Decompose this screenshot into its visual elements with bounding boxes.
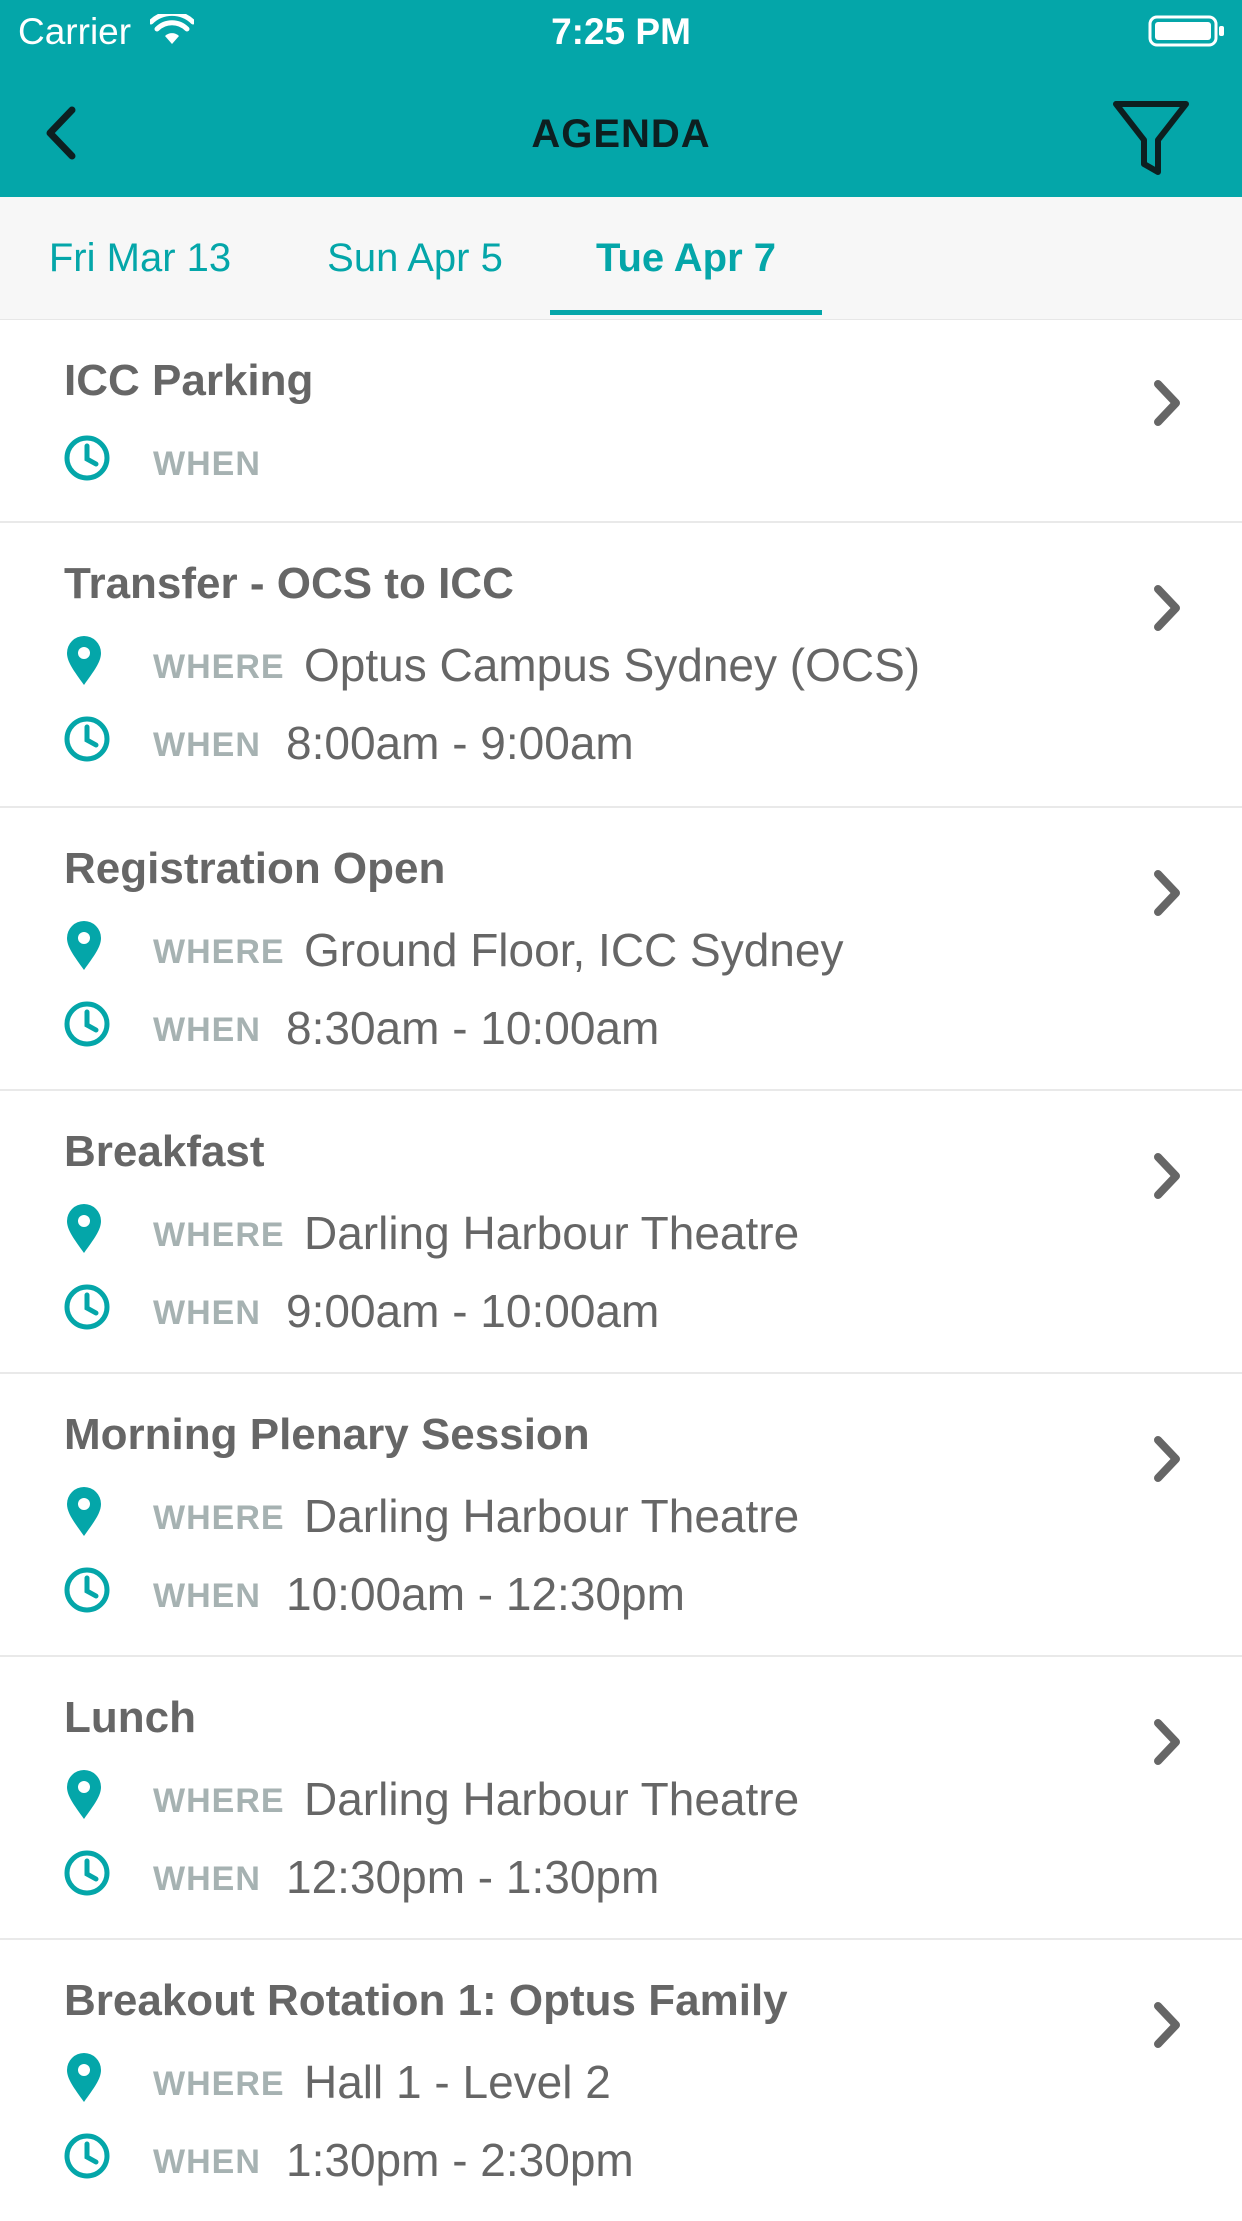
when-label: WHEN (153, 1577, 261, 1615)
where-label: WHERE (153, 933, 285, 971)
when-value: 9:00am - 10:00am (286, 1285, 660, 1337)
where-label: WHERE (153, 1782, 285, 1820)
when-label: WHEN (153, 1294, 261, 1332)
agenda-item-title: Lunch (64, 1693, 196, 1742)
clock-icon (64, 1284, 110, 1330)
when-value: 1:30pm - 2:30pm (286, 2134, 634, 2186)
when-value: 10:00am - 12:30pm (286, 1568, 685, 1620)
active-tab-indicator (550, 310, 822, 315)
where-row: WHERE Darling Harbour Theatre (0, 1201, 1150, 1261)
map-pin-icon (67, 921, 101, 970)
chevron-right-icon (1154, 1153, 1180, 1199)
where-label: WHERE (153, 648, 285, 686)
map-pin-icon (67, 1204, 101, 1253)
chevron-right-icon (1154, 380, 1180, 426)
battery-icon (1148, 15, 1224, 47)
where-row: WHERE Hall 1 - Level 2 (0, 2050, 1150, 2110)
when-label: WHEN (153, 1860, 261, 1898)
where-label: WHERE (153, 1499, 285, 1537)
where-row: WHERE Darling Harbour Theatre (0, 1767, 1150, 1827)
map-pin-icon (67, 2053, 101, 2102)
chevron-right-icon (1154, 585, 1180, 631)
tab-tue-apr-7[interactable]: Tue Apr 7 (550, 197, 822, 319)
when-label: WHEN (153, 2143, 261, 2181)
when-value: 12:30pm - 1:30pm (286, 1851, 660, 1903)
where-label: WHERE (153, 1216, 285, 1254)
where-value: Darling Harbour Theatre (304, 1207, 800, 1259)
clock-icon (64, 2133, 110, 2179)
tab-sun-apr-5[interactable]: Sun Apr 5 (300, 197, 530, 319)
date-tabs: Fri Mar 13 Sun Apr 5 Tue Apr 7 (0, 197, 1242, 321)
where-value: Darling Harbour Theatre (304, 1773, 800, 1825)
when-row: WHEN 1:30pm - 2:30pm (0, 2128, 1150, 2188)
agenda-item[interactable]: Morning Plenary Session WHERE Darling Ha… (0, 1374, 1242, 1657)
when-label: WHEN (153, 726, 261, 764)
where-row: WHERE Optus Campus Sydney (OCS) (0, 633, 1150, 693)
when-label: WHEN (153, 1011, 261, 1049)
clock-icon (64, 716, 110, 762)
agenda-item[interactable]: Lunch WHERE Darling Harbour Theatre WHEN… (0, 1657, 1242, 1940)
when-value: 8:00am - 9:00am (286, 717, 634, 769)
clock-icon (64, 1567, 110, 1613)
agenda-list: ICC Parking WHEN Transfer - OCS to ICC W… (0, 320, 1242, 2221)
status-time: 7:25 PM (551, 11, 691, 52)
chevron-right-icon (1154, 2002, 1180, 2048)
chevron-right-icon (1154, 1436, 1180, 1482)
where-row: WHERE Ground Floor, ICC Sydney (0, 918, 1150, 978)
where-label: WHERE (153, 2065, 285, 2103)
clock-icon (64, 1850, 110, 1896)
when-row: WHEN 10:00am - 12:30pm (0, 1562, 1150, 1622)
page-title: AGENDA (531, 112, 711, 156)
agenda-item-title: Registration Open (64, 844, 446, 893)
when-row: WHEN 8:00am - 9:00am (0, 711, 1150, 771)
agenda-item[interactable]: Registration Open WHERE Ground Floor, IC… (0, 808, 1242, 1091)
map-pin-icon (67, 1487, 101, 1536)
app-header: Carrier 7:25 PM AGENDA (0, 0, 1242, 197)
when-label: WHEN (153, 445, 261, 483)
agenda-item[interactable]: ICC Parking WHEN (0, 320, 1242, 523)
where-value: Optus Campus Sydney (OCS) (304, 639, 921, 691)
agenda-item[interactable]: Breakfast WHERE Darling Harbour Theatre … (0, 1091, 1242, 1374)
agenda-item[interactable]: Breakout Rotation 1: Optus Family WHERE … (0, 1940, 1242, 2221)
when-row: WHEN (0, 430, 1150, 490)
agenda-item-title: Breakout Rotation 1: Optus Family (64, 1976, 788, 2025)
tab-fri-mar-13[interactable]: Fri Mar 13 (30, 197, 250, 319)
where-row: WHERE Darling Harbour Theatre (0, 1484, 1150, 1544)
chevron-right-icon (1154, 1719, 1180, 1765)
when-row: WHEN 9:00am - 10:00am (0, 1279, 1150, 1339)
agenda-item-title: Transfer - OCS to ICC (64, 559, 514, 608)
when-row: WHEN 8:30am - 10:00am (0, 996, 1150, 1056)
agenda-item-title: ICC Parking (64, 356, 314, 405)
clock-icon (64, 1001, 110, 1047)
when-row: WHEN 12:30pm - 1:30pm (0, 1845, 1150, 1905)
filter-button[interactable] (1110, 98, 1192, 180)
when-value: 8:30am - 10:00am (286, 1002, 660, 1054)
agenda-item-title: Breakfast (64, 1127, 265, 1176)
agenda-item[interactable]: Transfer - OCS to ICC WHERE Optus Campus… (0, 523, 1242, 808)
where-value: Ground Floor, ICC Sydney (304, 924, 844, 976)
where-value: Darling Harbour Theatre (304, 1490, 800, 1542)
where-value: Hall 1 - Level 2 (304, 2056, 611, 2108)
agenda-item-title: Morning Plenary Session (64, 1410, 590, 1459)
clock-icon (64, 435, 110, 481)
map-pin-icon (67, 1770, 101, 1819)
chevron-right-icon (1154, 870, 1180, 916)
map-pin-icon (67, 636, 101, 685)
